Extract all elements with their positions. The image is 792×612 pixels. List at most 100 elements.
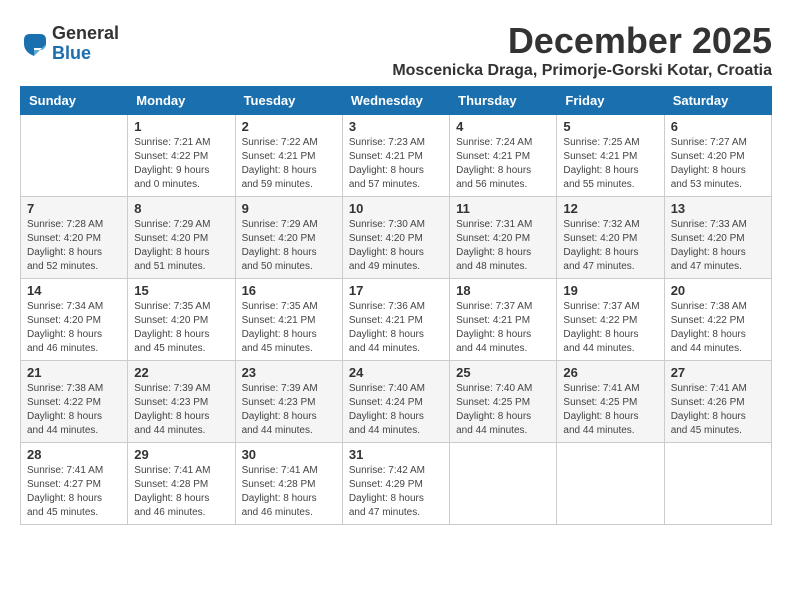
calendar-cell: 11Sunrise: 7:31 AM Sunset: 4:20 PM Dayli… <box>450 197 557 279</box>
day-number: 23 <box>242 365 336 380</box>
day-info: Sunrise: 7:40 AM Sunset: 4:24 PM Dayligh… <box>349 382 443 438</box>
day-number: 6 <box>671 119 765 134</box>
calendar-cell: 22 Sunrise: 7:39 AM Sunset: 4:23 PM Dayli… <box>128 361 235 443</box>
day-number: 15 <box>134 283 228 298</box>
calendar-cell: 10 Sunrise: 7:30 AM Sunset: 4:20 PM Dayli… <box>342 197 449 279</box>
day-info: Sunrise: 7:27 AM Sunset: 4:20 PM Dayligh… <box>671 136 765 192</box>
day-number: 13 <box>671 201 765 216</box>
day-info: Sunrise: 7:34 AM Sunset: 4:20 PM Dayligh… <box>27 300 121 356</box>
day-info: Sunrise: 7:31 AM Sunset: 4:20 PM Dayligh… <box>456 218 550 274</box>
day-info: Sunrise: 7:23 AM Sunset: 4:21 PM Dayligh… <box>349 136 443 192</box>
calendar-cell: 1 Sunrise: 7:21 AM Sunset: 4:22 PM Daylig… <box>128 115 235 197</box>
day-number: 22 <box>134 365 228 380</box>
day-number: 1 <box>134 119 228 134</box>
calendar-cell: 3Sunrise: 7:23 AM Sunset: 4:21 PM Daylig… <box>342 115 449 197</box>
calendar-cell: 30 Sunrise: 7:41 AM Sunset: 4:28 PM Dayli… <box>235 443 342 525</box>
calendar-week-row: 21Sunrise: 7:38 AM Sunset: 4:22 PM Dayli… <box>21 361 772 443</box>
day-number: 17 <box>349 283 443 298</box>
calendar-week-row: 1 Sunrise: 7:21 AM Sunset: 4:22 PM Daylig… <box>21 115 772 197</box>
day-number: 10 <box>349 201 443 216</box>
day-info: Sunrise: 7:35 AM Sunset: 4:21 PM Dayligh… <box>242 300 336 356</box>
day-number: 25 <box>456 365 550 380</box>
day-info: Sunrise: 7:25 AM Sunset: 4:21 PM Dayligh… <box>563 136 657 192</box>
day-number: 5 <box>563 119 657 134</box>
day-info: Sunrise: 7:41 AM Sunset: 4:25 PM Dayligh… <box>563 382 657 438</box>
day-info: Sunrise: 7:32 AM Sunset: 4:20 PM Dayligh… <box>563 218 657 274</box>
day-number: 31 <box>349 447 443 462</box>
day-info: Sunrise: 7:40 AM Sunset: 4:25 PM Dayligh… <box>456 382 550 438</box>
day-number: 29 <box>134 447 228 462</box>
day-number: 8 <box>134 201 228 216</box>
day-info: Sunrise: 7:42 AM Sunset: 4:29 PM Dayligh… <box>349 464 443 520</box>
day-info: Sunrise: 7:37 AM Sunset: 4:21 PM Dayligh… <box>456 300 550 356</box>
day-info: Sunrise: 7:41 AM Sunset: 4:28 PM Dayligh… <box>242 464 336 520</box>
calendar-week-row: 28Sunrise: 7:41 AM Sunset: 4:27 PM Dayli… <box>21 443 772 525</box>
calendar-week-row: 14Sunrise: 7:34 AM Sunset: 4:20 PM Dayli… <box>21 279 772 361</box>
day-number: 18 <box>456 283 550 298</box>
day-number: 12 <box>563 201 657 216</box>
calendar-cell: 2Sunrise: 7:22 AM Sunset: 4:21 PM Daylig… <box>235 115 342 197</box>
weekday-header: Tuesday <box>235 87 342 115</box>
day-number: 16 <box>242 283 336 298</box>
calendar-cell <box>664 443 771 525</box>
calendar-cell: 31 Sunrise: 7:42 AM Sunset: 4:29 PM Dayli… <box>342 443 449 525</box>
calendar-cell: 20 Sunrise: 7:38 AM Sunset: 4:22 PM Dayli… <box>664 279 771 361</box>
calendar-cell: 16 Sunrise: 7:35 AM Sunset: 4:21 PM Dayli… <box>235 279 342 361</box>
day-number: 20 <box>671 283 765 298</box>
weekday-header: Thursday <box>450 87 557 115</box>
calendar-cell: 26 Sunrise: 7:41 AM Sunset: 4:25 PM Dayli… <box>557 361 664 443</box>
calendar-cell: 28Sunrise: 7:41 AM Sunset: 4:27 PM Dayli… <box>21 443 128 525</box>
calendar-cell: 29 Sunrise: 7:41 AM Sunset: 4:28 PM Dayli… <box>128 443 235 525</box>
day-info: Sunrise: 7:38 AM Sunset: 4:22 PM Dayligh… <box>671 300 765 356</box>
day-info: Sunrise: 7:30 AM Sunset: 4:20 PM Dayligh… <box>349 218 443 274</box>
day-number: 24 <box>349 365 443 380</box>
weekday-header: Saturday <box>664 87 771 115</box>
day-info: Sunrise: 7:24 AM Sunset: 4:21 PM Dayligh… <box>456 136 550 192</box>
day-info: Sunrise: 7:41 AM Sunset: 4:28 PM Dayligh… <box>134 464 228 520</box>
calendar-cell <box>557 443 664 525</box>
day-number: 30 <box>242 447 336 462</box>
calendar-cell: 6 Sunrise: 7:27 AM Sunset: 4:20 PM Daylig… <box>664 115 771 197</box>
day-info: Sunrise: 7:33 AM Sunset: 4:20 PM Dayligh… <box>671 218 765 274</box>
calendar-cell: 15 Sunrise: 7:35 AM Sunset: 4:20 PM Dayli… <box>128 279 235 361</box>
day-info: Sunrise: 7:21 AM Sunset: 4:22 PM Dayligh… <box>134 136 228 192</box>
day-number: 7 <box>27 201 121 216</box>
location-title: Moscenicka Draga, Primorje-Gorski Kotar,… <box>392 62 772 80</box>
logo-text: General Blue <box>52 24 119 64</box>
page-header: General Blue December 2025 Moscenicka Dr… <box>20 20 772 80</box>
day-info: Sunrise: 7:41 AM Sunset: 4:27 PM Dayligh… <box>27 464 121 520</box>
day-info: Sunrise: 7:41 AM Sunset: 4:26 PM Dayligh… <box>671 382 765 438</box>
logo-icon <box>20 30 48 58</box>
calendar-cell: 5 Sunrise: 7:25 AM Sunset: 4:21 PM Daylig… <box>557 115 664 197</box>
calendar-cell: 8 Sunrise: 7:29 AM Sunset: 4:20 PM Daylig… <box>128 197 235 279</box>
day-number: 26 <box>563 365 657 380</box>
day-number: 21 <box>27 365 121 380</box>
day-number: 19 <box>563 283 657 298</box>
calendar-cell: 21Sunrise: 7:38 AM Sunset: 4:22 PM Dayli… <box>21 361 128 443</box>
calendar-cell: 17 Sunrise: 7:36 AM Sunset: 4:21 PM Dayli… <box>342 279 449 361</box>
logo-general: General <box>52 23 119 43</box>
calendar-cell: 7 Sunrise: 7:28 AM Sunset: 4:20 PM Daylig… <box>21 197 128 279</box>
day-info: Sunrise: 7:39 AM Sunset: 4:23 PM Dayligh… <box>134 382 228 438</box>
day-info: Sunrise: 7:29 AM Sunset: 4:20 PM Dayligh… <box>134 218 228 274</box>
day-number: 27 <box>671 365 765 380</box>
day-info: Sunrise: 7:29 AM Sunset: 4:20 PM Dayligh… <box>242 218 336 274</box>
weekday-header: Sunday <box>21 87 128 115</box>
month-title: December 2025 <box>392 20 772 62</box>
day-info: Sunrise: 7:36 AM Sunset: 4:21 PM Dayligh… <box>349 300 443 356</box>
weekday-header: Friday <box>557 87 664 115</box>
day-info: Sunrise: 7:37 AM Sunset: 4:22 PM Dayligh… <box>563 300 657 356</box>
calendar-cell: 9Sunrise: 7:29 AM Sunset: 4:20 PM Daylig… <box>235 197 342 279</box>
calendar-cell: 12 Sunrise: 7:32 AM Sunset: 4:20 PM Dayli… <box>557 197 664 279</box>
day-info: Sunrise: 7:28 AM Sunset: 4:20 PM Dayligh… <box>27 218 121 274</box>
day-number: 2 <box>242 119 336 134</box>
calendar-cell: 19 Sunrise: 7:37 AM Sunset: 4:22 PM Dayli… <box>557 279 664 361</box>
calendar-cell: 14Sunrise: 7:34 AM Sunset: 4:20 PM Dayli… <box>21 279 128 361</box>
calendar-cell <box>21 115 128 197</box>
calendar-cell <box>450 443 557 525</box>
calendar-week-row: 7 Sunrise: 7:28 AM Sunset: 4:20 PM Daylig… <box>21 197 772 279</box>
calendar-header-row: SundayMondayTuesdayWednesdayThursdayFrid… <box>21 87 772 115</box>
day-info: Sunrise: 7:35 AM Sunset: 4:20 PM Dayligh… <box>134 300 228 356</box>
calendar-cell: 18 Sunrise: 7:37 AM Sunset: 4:21 PM Dayli… <box>450 279 557 361</box>
calendar-cell: 4Sunrise: 7:24 AM Sunset: 4:21 PM Daylig… <box>450 115 557 197</box>
